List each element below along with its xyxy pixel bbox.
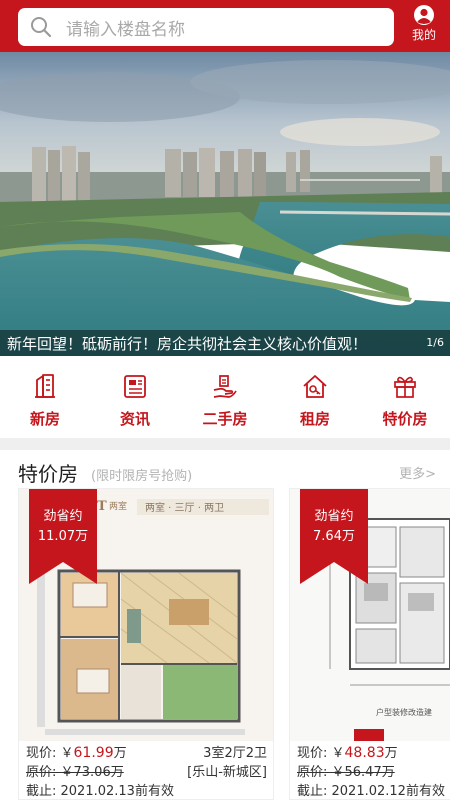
special-section-header: 特价房 (限时限房号抢购) 更多> <box>0 450 450 490</box>
deadline: 截止: 2021.02.13前有效 <box>26 784 174 799</box>
banner-carousel[interactable]: 新年回望！砥砺前行！房企共彻社会主义核心价值观！ 1/6 <box>0 52 450 356</box>
building-icon <box>35 374 55 398</box>
house-key-icon <box>303 375 327 398</box>
section-title: 特价房 <box>18 462 78 486</box>
special-card-list[interactable]: T 两室 两室 · 三厅 · 两卫 劲省约 11.07万 现价: ￥61.99万… <box>0 488 450 800</box>
special-card[interactable]: 户型装修改造建 劲省约 7.64万 现价: ￥48.83万 原价: ￥56.47… <box>289 488 450 800</box>
current-price: 现价: ￥48.83万 <box>297 745 398 761</box>
nav-label: 特价房 <box>382 410 428 428</box>
deadline: 截止: 2021.02.12前有效 <box>297 784 445 799</box>
user-icon <box>414 5 434 25</box>
ribbon-line1: 劲省约 <box>314 509 354 524</box>
price-row: 现价: ￥61.99万 3室2厅2卫 <box>26 744 267 763</box>
app-page: 请输入楼盘名称 我的 新年回望！砥砺前行！房企共彻社会主义核心价值观！ 1/6 … <box>0 0 450 800</box>
current-price: 现价: ￥61.99万 <box>26 745 127 761</box>
nav-item-news[interactable]: 资讯 <box>90 356 180 438</box>
deadline-row: 截止: 2021.02.13前有效 <box>26 782 267 800</box>
search-placeholder: 请输入楼盘名称 <box>66 19 185 40</box>
nav-item-special-offer[interactable]: 特价房 <box>360 356 450 438</box>
deadline-row: 截止: 2021.02.12前有效 <box>297 782 450 800</box>
section-subtitle: (限时限房号抢购) <box>91 469 193 484</box>
card-info: 现价: ￥61.99万 3室2厅2卫 原价: ￥73.06万 [乐山-新城区] … <box>19 741 273 800</box>
svg-text:两室: 两室 <box>109 500 127 512</box>
ribbon-line2: 11.07万 <box>37 529 89 544</box>
nav-label: 二手房 <box>202 410 248 428</box>
card-info: 现价: ￥48.83万 原价: ￥56.47万 截止: 2021.02.12前有… <box>290 741 450 800</box>
top-bar: 请输入楼盘名称 我的 <box>0 0 450 52</box>
gift-icon <box>394 376 416 398</box>
banner-caption-bar: 新年回望！砥砺前行！房企共彻社会主义核心价值观！ 1/6 <box>0 330 450 356</box>
search-input[interactable]: 请输入楼盘名称 <box>18 8 394 46</box>
room-layout: 3室2厅2卫 <box>203 746 267 761</box>
hand-house-icon <box>213 375 237 398</box>
my-account-button[interactable]: 我的 <box>404 4 444 46</box>
nav-label: 租房 <box>299 410 330 428</box>
plan-tag: 两室 · 三厅 · 两卫 <box>145 501 224 514</box>
more-link[interactable]: 更多> <box>399 463 436 482</box>
original-row: 原价: ￥73.06万 [乐山-新城区] <box>26 763 267 782</box>
original-price: 原价: ￥73.06万 <box>26 765 124 780</box>
nav-item-rent[interactable]: 租房 <box>270 356 360 438</box>
banner-caption: 新年回望！砥砺前行！房企共彻社会主义核心价值观！ <box>7 335 368 353</box>
section-divider <box>0 438 450 450</box>
my-account-label: 我的 <box>411 28 436 42</box>
banner-image <box>0 52 450 356</box>
floor-plan-image: 户型装修改造建 劲省约 7.64万 <box>290 489 450 741</box>
news-icon <box>124 375 146 398</box>
svg-text:T: T <box>97 499 107 514</box>
banner-counter: 1/6 <box>426 336 444 349</box>
nav-label: 资讯 <box>119 410 150 428</box>
category-nav: 新房 资讯 二手房 租房 特价房 <box>0 356 450 438</box>
ribbon-line2: 7.64万 <box>313 529 355 544</box>
price-row: 现价: ￥48.83万 <box>297 744 450 763</box>
nav-label: 新房 <box>29 410 60 428</box>
nav-item-new-house[interactable]: 新房 <box>0 356 90 438</box>
plan-tag: 户型装修改造建 <box>376 707 432 717</box>
ribbon-line1: 劲省约 <box>43 509 83 524</box>
nav-item-second-hand[interactable]: 二手房 <box>180 356 270 438</box>
location: [乐山-新城区] <box>187 765 267 780</box>
floor-plan-image: T 两室 两室 · 三厅 · 两卫 劲省约 11.07万 <box>19 489 273 741</box>
original-price: 原价: ￥56.47万 <box>297 765 395 780</box>
special-card[interactable]: T 两室 两室 · 三厅 · 两卫 劲省约 11.07万 现价: ￥61.99万… <box>18 488 274 800</box>
search-icon <box>30 16 52 38</box>
original-row: 原价: ￥56.47万 <box>297 763 450 782</box>
